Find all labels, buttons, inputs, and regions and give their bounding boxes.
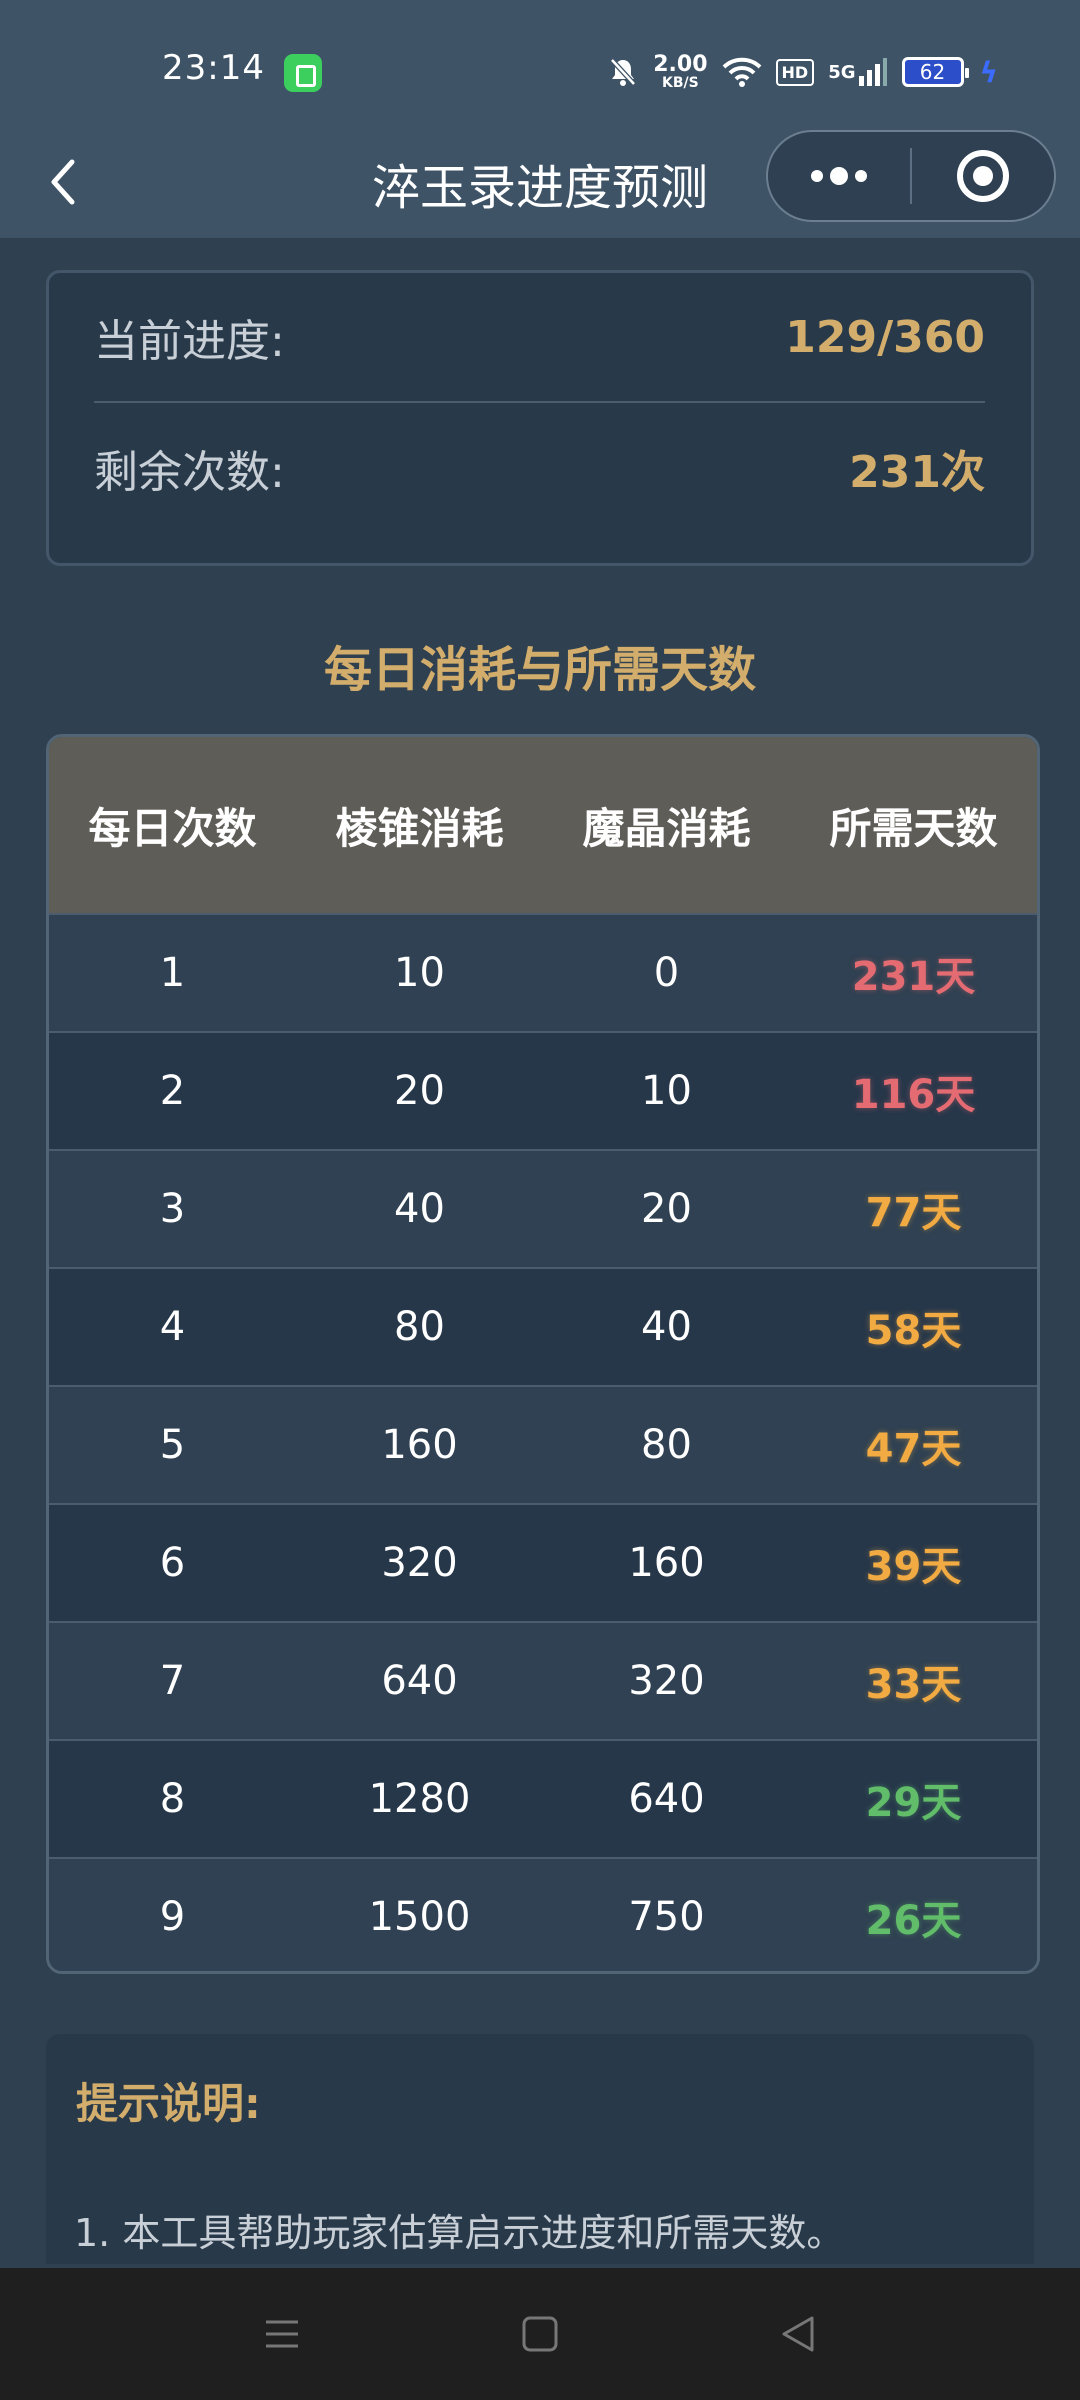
more-button[interactable] xyxy=(768,132,910,220)
table-row: 5 160 80 47天 xyxy=(49,1385,1037,1503)
cell-days-needed: 47天 xyxy=(865,1426,962,1472)
table-row: 2 20 10 116天 xyxy=(49,1031,1037,1149)
current-progress-value: 129/360 xyxy=(785,311,985,363)
progress-card: 当前进度: 129/360 剩余次数: 231次 xyxy=(46,270,1034,566)
status-time: 23:14 xyxy=(162,48,265,88)
charging-icon: ϟ xyxy=(979,55,998,89)
battery-icon: 62 xyxy=(901,57,969,87)
status-bar: 23:14 2.00 KB/S HD 5G 62 ϟ xyxy=(0,0,1080,130)
remaining-value: 231次 xyxy=(849,447,985,498)
mini-program-capsule xyxy=(766,130,1056,222)
table-row: 6 320 160 39天 xyxy=(49,1503,1037,1621)
battery-level: 62 xyxy=(919,60,946,84)
cell-daily-times: 9 xyxy=(159,1894,186,1940)
cell-pyramid-cost: 20 xyxy=(394,1068,445,1114)
table-row: 9 1500 750 26天 xyxy=(49,1857,1037,1971)
cell-pyramid-cost: 80 xyxy=(394,1304,445,1350)
signal-icon: 5G xyxy=(828,56,887,88)
header-pyramid-cost: 棱锥消耗 xyxy=(335,803,504,853)
cell-days-needed: 116天 xyxy=(851,1072,976,1118)
cell-daily-times: 4 xyxy=(159,1304,186,1350)
notes-line: 1. 本工具帮助玩家估算启示进度和所需天数。 xyxy=(74,2211,845,2255)
remaining-label: 剩余次数: xyxy=(94,447,285,498)
cell-daily-times: 2 xyxy=(159,1068,186,1114)
cell-crystal-cost: 20 xyxy=(641,1186,692,1232)
table-row: 4 80 40 58天 xyxy=(49,1267,1037,1385)
cell-crystal-cost: 640 xyxy=(628,1776,705,1822)
section-title: 每日消耗与所需天数 xyxy=(323,642,756,698)
table-row: 7 640 320 33天 xyxy=(49,1621,1037,1739)
cell-days-needed: 39天 xyxy=(865,1544,962,1590)
cell-daily-times: 1 xyxy=(159,950,186,996)
network-type: 5G xyxy=(828,61,856,83)
cell-pyramid-cost: 1280 xyxy=(368,1776,471,1822)
cell-daily-times: 7 xyxy=(159,1658,186,1704)
consumption-table: 每日次数 棱锥消耗 魔晶消耗 所需天数 1 10 0 231天 2 20 10 116天 3 40… xyxy=(46,734,1040,1974)
wifi-icon xyxy=(722,56,762,88)
menu-icon xyxy=(266,2320,298,2348)
cell-daily-times: 3 xyxy=(159,1186,186,1232)
cell-daily-times: 8 xyxy=(159,1776,186,1822)
table-row: 1 10 0 231天 xyxy=(49,913,1037,1031)
cell-crystal-cost: 40 xyxy=(641,1304,692,1350)
network-speed: 2.00 KB/S xyxy=(653,52,708,91)
remaining-row: 剩余次数: 231次 xyxy=(94,403,985,533)
current-progress-row: 当前进度: 129/360 xyxy=(94,273,985,403)
cell-pyramid-cost: 320 xyxy=(381,1540,458,1586)
cell-pyramid-cost: 1500 xyxy=(368,1894,471,1940)
table-row: 3 40 20 77天 xyxy=(49,1149,1037,1267)
header-daily-times: 每日次数 xyxy=(88,803,257,853)
cell-pyramid-cost: 160 xyxy=(381,1422,458,1468)
back-triangle-icon xyxy=(782,2316,814,2352)
menu-button[interactable] xyxy=(252,2304,312,2364)
mute-icon xyxy=(607,56,639,88)
cell-days-needed: 58天 xyxy=(865,1308,962,1354)
home-square-icon xyxy=(522,2316,558,2352)
cell-crystal-cost: 0 xyxy=(653,950,680,996)
more-dots-icon xyxy=(811,167,867,185)
header-crystal-cost: 魔晶消耗 xyxy=(582,803,751,853)
cell-pyramid-cost: 10 xyxy=(394,950,445,996)
cell-days-needed: 33天 xyxy=(865,1662,962,1708)
notes-card: 提示说明: 1. 本工具帮助玩家估算启示进度和所需天数。 xyxy=(46,2034,1034,2264)
status-icons: 2.00 KB/S HD 5G 62 ϟ xyxy=(607,50,998,94)
system-nav-bar xyxy=(0,2268,1080,2400)
hd-badge: HD xyxy=(775,58,815,86)
close-button[interactable] xyxy=(912,132,1054,220)
cell-days-needed: 77天 xyxy=(865,1190,962,1236)
home-button[interactable] xyxy=(510,2304,570,2364)
target-close-icon xyxy=(956,150,1009,202)
table-body: 1 10 0 231天 2 20 10 116天 3 40 20 77天 4 80 40 58天 5 160 80 4… xyxy=(49,913,1037,1971)
header-days-needed: 所需天数 xyxy=(829,803,998,853)
back-nav-button[interactable] xyxy=(768,2304,828,2364)
cell-crystal-cost: 750 xyxy=(628,1894,705,1940)
speed-value: 2.00 xyxy=(653,52,708,77)
cell-crystal-cost: 160 xyxy=(628,1540,705,1586)
cell-days-needed: 231天 xyxy=(851,954,976,1000)
cell-crystal-cost: 320 xyxy=(628,1658,705,1704)
title-bar: 淬玉录进度预测 xyxy=(0,130,1080,238)
cell-pyramid-cost: 40 xyxy=(394,1186,445,1232)
app-notification-icon xyxy=(284,54,322,92)
notes-title: 提示说明: xyxy=(76,2079,261,2128)
cell-pyramid-cost: 640 xyxy=(381,1658,458,1704)
cell-days-needed: 29天 xyxy=(865,1780,962,1826)
cell-crystal-cost: 80 xyxy=(641,1422,692,1468)
cell-daily-times: 6 xyxy=(159,1540,186,1586)
table-header: 每日次数 棱锥消耗 魔晶消耗 所需天数 xyxy=(49,737,1037,913)
speed-unit: KB/S xyxy=(662,75,699,91)
table-row: 8 1280 640 29天 xyxy=(49,1739,1037,1857)
cell-daily-times: 5 xyxy=(159,1422,186,1468)
cell-crystal-cost: 10 xyxy=(641,1068,692,1114)
current-progress-label: 当前进度: xyxy=(94,316,285,367)
cell-days-needed: 26天 xyxy=(865,1898,962,1944)
